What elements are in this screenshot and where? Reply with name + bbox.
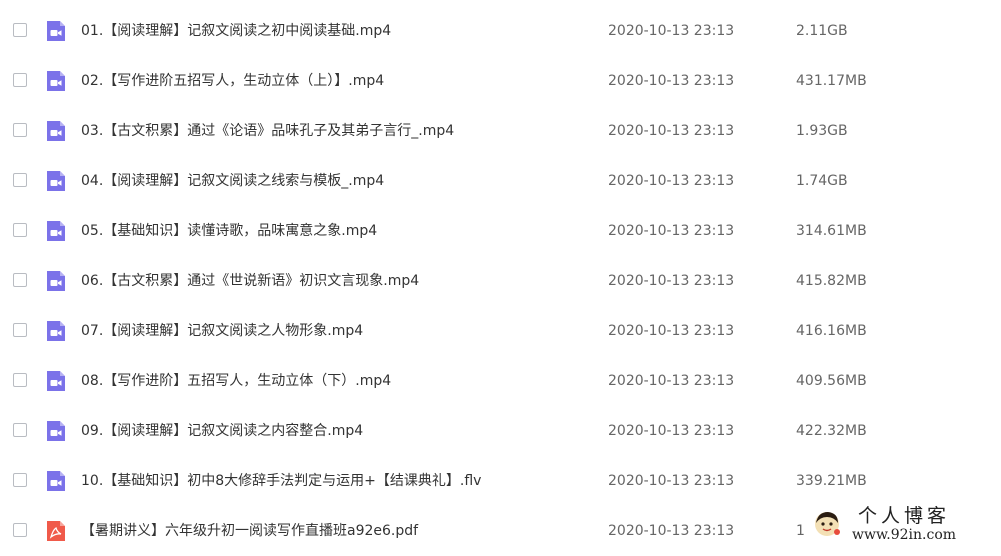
file-name[interactable]: 06.【古文积累】通过《世说新语》初识文言现象.mp4 bbox=[81, 256, 419, 306]
file-checkbox[interactable] bbox=[13, 373, 27, 387]
watermark: 个人博客 www.92in.com bbox=[810, 504, 998, 544]
video-file-icon bbox=[47, 21, 65, 41]
file-name[interactable]: 01.【阅读理解】记叙文阅读之初中阅读基础.mp4 bbox=[81, 6, 391, 56]
file-date: 2020-10-13 23:13 bbox=[608, 323, 735, 339]
file-row[interactable]: 07.【阅读理解】记叙文阅读之人物形象.mp4 2020-10-13 23:13 4… bbox=[0, 306, 1001, 356]
file-date: 2020-10-13 23:13 bbox=[608, 273, 735, 289]
video-file-icon bbox=[47, 321, 65, 341]
file-name[interactable]: 08.【写作进阶】五招写人，生动立体（下）.mp4 bbox=[81, 356, 391, 406]
file-name[interactable]: 05.【基础知识】读懂诗歌，品味寓意之象.mp4 bbox=[81, 206, 377, 256]
video-file-icon bbox=[47, 221, 65, 241]
file-date: 2020-10-13 23:13 bbox=[608, 123, 735, 139]
file-name[interactable]: 02.【写作进阶五招写人，生动立体（上）】.mp4 bbox=[81, 56, 384, 106]
file-row[interactable]: 01.【阅读理解】记叙文阅读之初中阅读基础.mp4 2020-10-13 23:1… bbox=[0, 6, 1001, 56]
file-size: 339.21MB bbox=[796, 473, 867, 489]
file-date: 2020-10-13 23:13 bbox=[608, 423, 735, 439]
file-checkbox[interactable] bbox=[13, 323, 27, 337]
pdf-file-icon bbox=[47, 521, 65, 541]
file-size: 1.93GB bbox=[796, 123, 848, 139]
file-size: 2.11GB bbox=[796, 23, 848, 39]
file-size: 416.16MB bbox=[796, 323, 867, 339]
watermark-url: www.92in.com bbox=[852, 526, 957, 543]
video-file-icon bbox=[47, 271, 65, 291]
file-date: 2020-10-13 23:13 bbox=[608, 223, 735, 239]
watermark-title: 个人博客 bbox=[858, 504, 951, 527]
file-list: 01.【阅读理解】记叙文阅读之初中阅读基础.mp4 2020-10-13 23:1… bbox=[0, 6, 1001, 556]
file-size: 314.61MB bbox=[796, 223, 867, 239]
video-file-icon bbox=[47, 421, 65, 441]
video-file-icon bbox=[47, 471, 65, 491]
file-row[interactable]: 08.【写作进阶】五招写人，生动立体（下）.mp4 2020-10-13 23:1… bbox=[0, 356, 1001, 406]
file-size: 422.32MB bbox=[796, 423, 867, 439]
file-checkbox[interactable] bbox=[13, 473, 27, 487]
file-checkbox[interactable] bbox=[13, 423, 27, 437]
file-name[interactable]: 03.【古文积累】通过《论语》品味孔子及其弟子言行_.mp4 bbox=[81, 106, 454, 156]
file-size: 409.56MB bbox=[796, 373, 867, 389]
file-checkbox[interactable] bbox=[13, 223, 27, 237]
file-checkbox[interactable] bbox=[13, 523, 27, 537]
file-date: 2020-10-13 23:13 bbox=[608, 373, 735, 389]
video-file-icon bbox=[47, 171, 65, 191]
file-row[interactable]: 10.【基础知识】初中8大修辞手法判定与运用+【结课典礼】.flv 2020-10… bbox=[0, 456, 1001, 506]
file-date: 2020-10-13 23:13 bbox=[608, 523, 735, 539]
file-row[interactable]: 04.【阅读理解】记叙文阅读之线索与模板_.mp4 2020-10-13 23:1… bbox=[0, 156, 1001, 206]
file-row[interactable]: 06.【古文积累】通过《世说新语》初识文言现象.mp4 2020-10-13 23… bbox=[0, 256, 1001, 306]
file-size: 415.82MB bbox=[796, 273, 867, 289]
file-checkbox[interactable] bbox=[13, 73, 27, 87]
file-row[interactable]: 09.【阅读理解】记叙文阅读之内容整合.mp4 2020-10-13 23:13 4… bbox=[0, 406, 1001, 456]
file-checkbox[interactable] bbox=[13, 23, 27, 37]
video-file-icon bbox=[47, 371, 65, 391]
file-name[interactable]: 【暑期讲义】六年级升初一阅读写作直播班a92e6.pdf bbox=[81, 506, 418, 556]
file-size: 1 bbox=[796, 523, 805, 539]
video-file-icon bbox=[47, 121, 65, 141]
file-date: 2020-10-13 23:13 bbox=[608, 73, 735, 89]
file-name[interactable]: 04.【阅读理解】记叙文阅读之线索与模板_.mp4 bbox=[81, 156, 384, 206]
avatar-icon bbox=[815, 512, 840, 536]
file-row[interactable]: 02.【写作进阶五招写人，生动立体（上）】.mp4 2020-10-13 23:1… bbox=[0, 56, 1001, 106]
file-date: 2020-10-13 23:13 bbox=[608, 473, 735, 489]
file-size: 1.74GB bbox=[796, 173, 848, 189]
file-name[interactable]: 07.【阅读理解】记叙文阅读之人物形象.mp4 bbox=[81, 306, 363, 356]
file-row[interactable]: 03.【古文积累】通过《论语》品味孔子及其弟子言行_.mp4 2020-10-13… bbox=[0, 106, 1001, 156]
video-file-icon bbox=[47, 71, 65, 91]
file-name[interactable]: 09.【阅读理解】记叙文阅读之内容整合.mp4 bbox=[81, 406, 363, 456]
file-row[interactable]: 05.【基础知识】读懂诗歌，品味寓意之象.mp4 2020-10-13 23:13… bbox=[0, 206, 1001, 256]
file-size: 431.17MB bbox=[796, 73, 867, 89]
file-checkbox[interactable] bbox=[13, 173, 27, 187]
file-name[interactable]: 10.【基础知识】初中8大修辞手法判定与运用+【结课典礼】.flv bbox=[81, 456, 481, 506]
file-checkbox[interactable] bbox=[13, 123, 27, 137]
file-date: 2020-10-13 23:13 bbox=[608, 23, 735, 39]
file-date: 2020-10-13 23:13 bbox=[608, 173, 735, 189]
file-checkbox[interactable] bbox=[13, 273, 27, 287]
